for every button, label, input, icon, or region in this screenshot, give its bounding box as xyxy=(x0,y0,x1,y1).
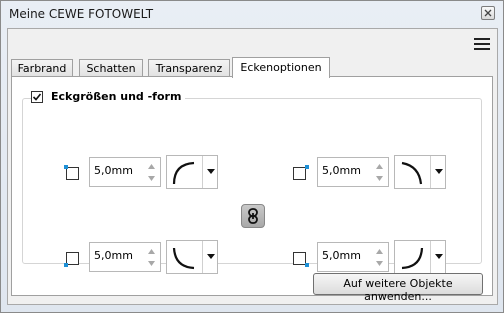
top-left-size-input[interactable] xyxy=(92,164,150,177)
bottom-right-shape-dropdown[interactable] xyxy=(394,240,446,274)
spin-down-icon[interactable] xyxy=(147,260,156,267)
bottom-right-size-input[interactable] xyxy=(320,249,378,262)
convex-corner-shape-icon xyxy=(172,161,195,185)
top-right-corner-icon xyxy=(293,165,309,181)
bottom-right-size-stepper[interactable] xyxy=(317,242,389,272)
title-bar[interactable]: Meine CEWE FOTOWELT xyxy=(1,1,503,27)
spin-down-icon[interactable] xyxy=(375,260,384,267)
group-title: Eckgrößen und -form xyxy=(51,90,182,103)
top-left-size-stepper[interactable] xyxy=(89,157,161,187)
corner-size-checkbox[interactable] xyxy=(31,90,43,103)
chevron-down-icon xyxy=(207,254,215,259)
tab-panel-eckenoptionen: Eckgrößen und -form xyxy=(11,76,493,296)
tab-transparenz[interactable]: Transparenz xyxy=(148,59,230,76)
dialog-window: Meine CEWE FOTOWELT Farbrand Schatten Tr… xyxy=(0,0,504,313)
top-right-size-input[interactable] xyxy=(320,164,378,177)
spin-up-icon[interactable] xyxy=(375,163,384,170)
tab-farbrand[interactable]: Farbrand xyxy=(11,59,73,76)
convex-corner-shape-icon xyxy=(401,247,424,270)
chevron-down-icon xyxy=(435,254,443,259)
close-button[interactable] xyxy=(481,6,495,20)
close-icon xyxy=(484,9,492,17)
link-corners-button[interactable] xyxy=(241,204,265,228)
bottom-left-size-input[interactable] xyxy=(92,249,150,262)
window-title: Meine CEWE FOTOWELT xyxy=(9,7,154,21)
bottom-left-corner-icon xyxy=(64,252,80,267)
apply-to-other-objects-button[interactable]: Auf weitere Objekte anwenden... xyxy=(313,273,483,303)
bottom-left-size-stepper[interactable] xyxy=(89,242,161,272)
chain-link-icon xyxy=(248,208,258,224)
chevron-down-icon xyxy=(207,169,215,174)
convex-corner-shape-icon xyxy=(172,247,195,270)
tab-schatten[interactable]: Schatten xyxy=(79,59,143,76)
dialog-content: Farbrand Schatten Transparenz Eckenoptio… xyxy=(7,28,498,305)
concave-corner-shape-icon xyxy=(401,161,423,185)
tab-eckenoptionen[interactable]: Eckenoptionen xyxy=(232,57,330,78)
hamburger-menu-icon[interactable] xyxy=(474,38,490,50)
top-right-shape-dropdown[interactable] xyxy=(394,155,446,189)
top-left-corner-icon xyxy=(64,165,80,181)
top-right-size-stepper[interactable] xyxy=(317,157,389,187)
spin-up-icon[interactable] xyxy=(375,248,384,255)
spin-up-icon[interactable] xyxy=(147,248,156,255)
chevron-down-icon xyxy=(435,169,443,174)
spin-down-icon[interactable] xyxy=(375,175,384,182)
bottom-left-shape-dropdown[interactable] xyxy=(166,240,218,274)
group-header: Eckgrößen und -form xyxy=(31,90,186,103)
bottom-right-corner-icon xyxy=(293,252,309,267)
spin-up-icon[interactable] xyxy=(147,163,156,170)
top-left-shape-dropdown[interactable] xyxy=(166,155,218,189)
checkmark-icon xyxy=(32,92,42,101)
spin-down-icon[interactable] xyxy=(147,175,156,182)
